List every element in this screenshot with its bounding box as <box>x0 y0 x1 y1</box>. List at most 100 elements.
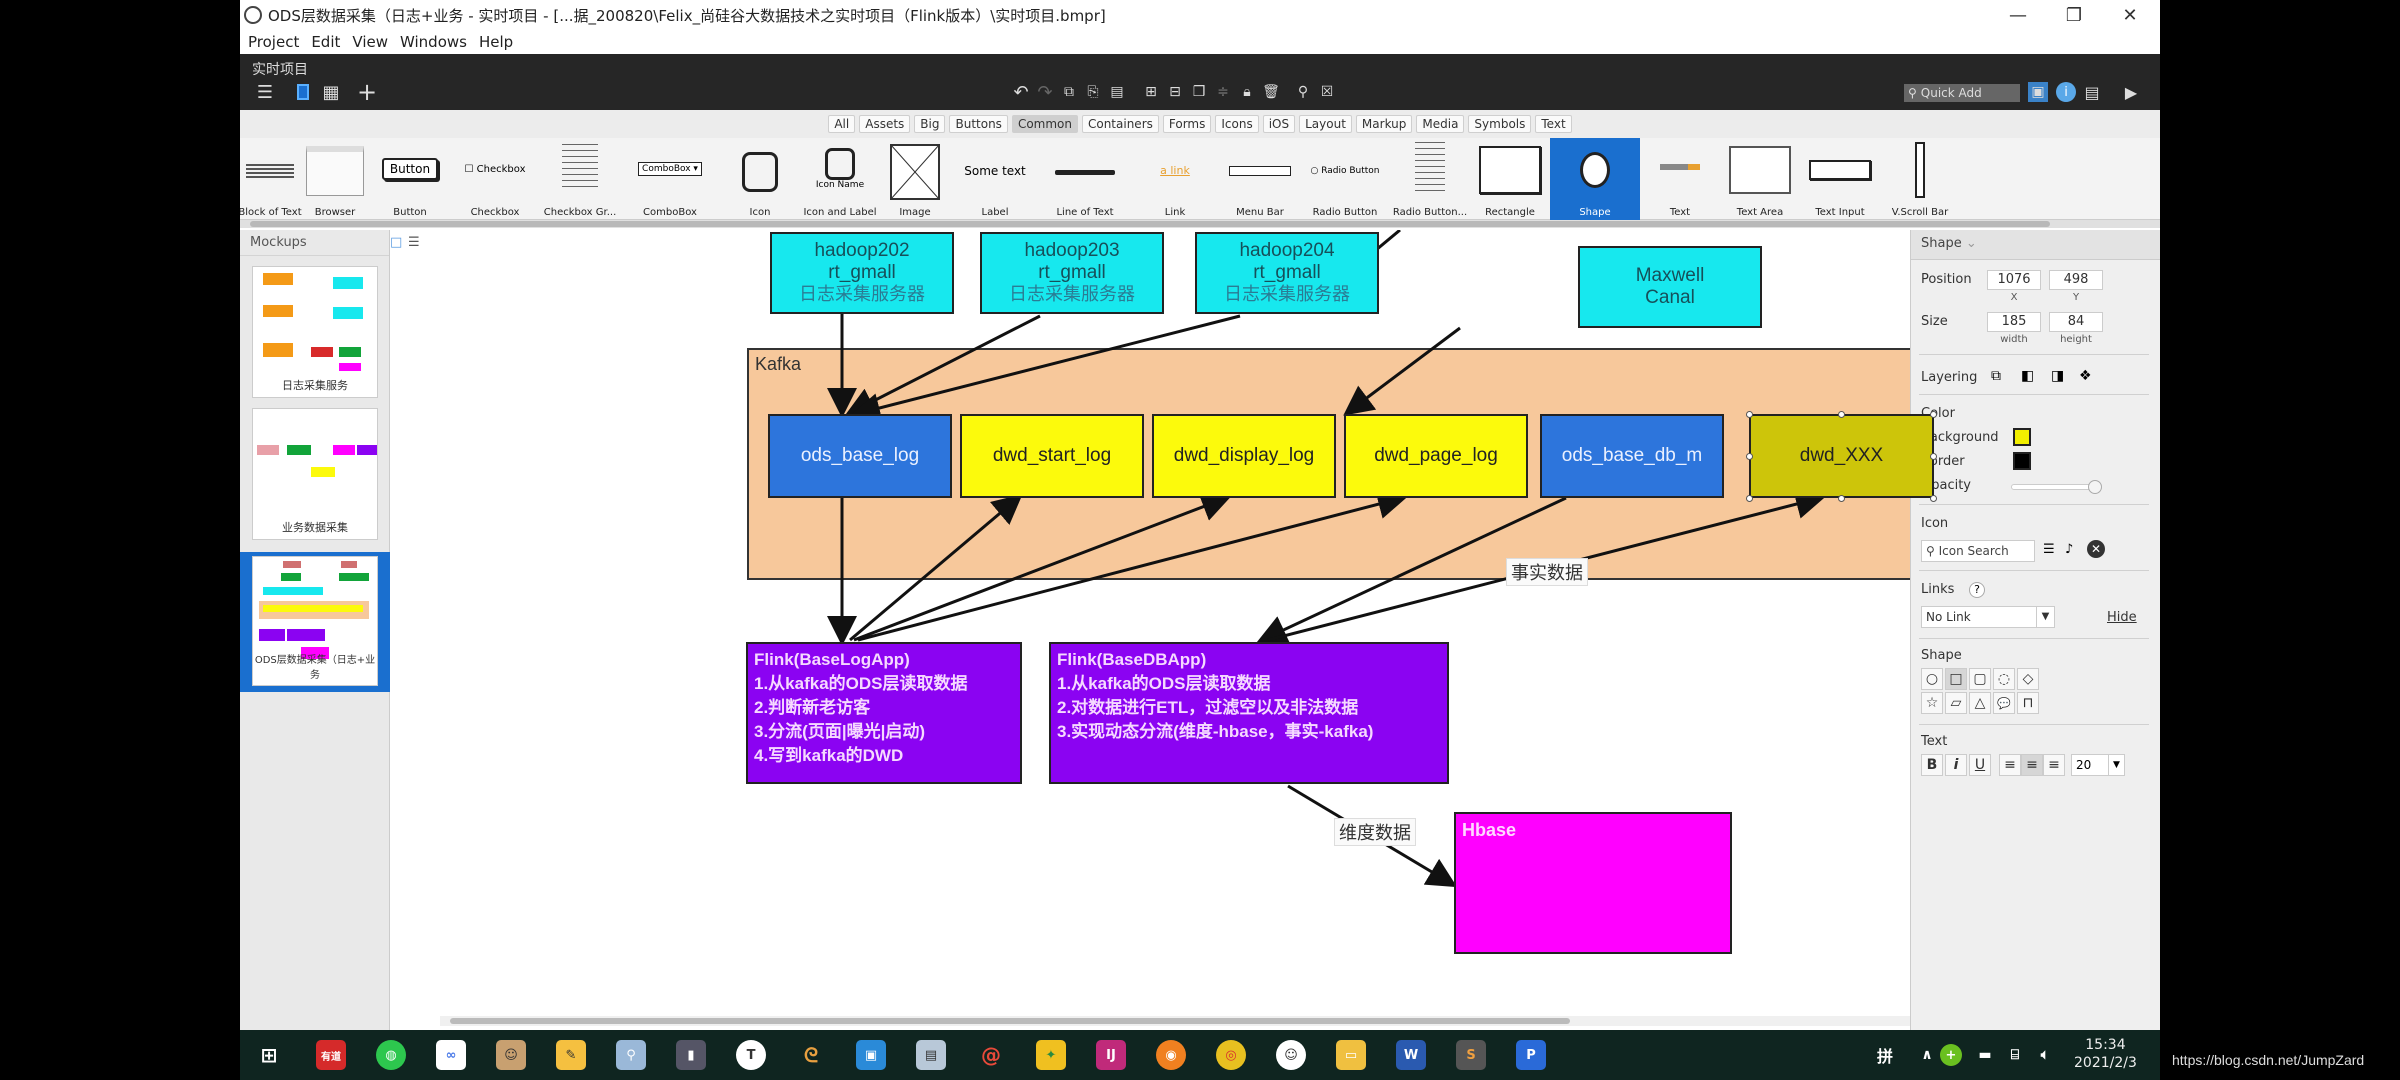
lib-link[interactable]: a link Link <box>1130 138 1220 220</box>
lib-line-of-text[interactable]: Line of Text <box>1040 138 1130 220</box>
input-method-icon[interactable]: 拼 <box>1870 1040 1900 1070</box>
balsamiq-app-icon[interactable]: ☺ <box>1276 1040 1306 1070</box>
lib-combobox[interactable]: ComboBox ▾ ComboBox <box>620 138 720 220</box>
vmware-app-icon[interactable]: ▣ <box>856 1040 886 1070</box>
lib-label[interactable]: Some text Label <box>950 138 1040 220</box>
typora-app-icon[interactable]: T <box>736 1040 766 1070</box>
shape-circle-option[interactable]: ○ <box>1921 668 1943 690</box>
edge-hadoop204-to-ods[interactable] <box>850 314 1241 423</box>
filter-common[interactable]: Common <box>1011 115 1078 133</box>
tray-app-icon[interactable]: + <box>1940 1044 1962 1066</box>
shape-callout-option[interactable]: 💬 <box>1993 692 2015 714</box>
group-icon[interactable]: ⊞ <box>1140 80 1162 104</box>
clipboard-icon[interactable]: ▤ <box>1106 80 1128 104</box>
bold-button[interactable]: B <box>1921 754 1943 776</box>
resize-handle[interactable] <box>1746 453 1753 460</box>
mockup-thumb-log-collection[interactable]: 日志采集服务 <box>252 266 378 398</box>
avatar-app-icon[interactable]: ☺ <box>496 1040 526 1070</box>
filter-all[interactable]: All <box>828 115 856 133</box>
resize-handle[interactable] <box>1930 495 1937 502</box>
filter-symbols[interactable]: Symbols <box>1468 115 1532 133</box>
list-view-icon[interactable]: ☰ <box>408 235 420 250</box>
resize-handle[interactable] <box>1838 495 1845 502</box>
quick-add-input[interactable]: ⚲ Quick Add <box>1904 84 2020 102</box>
server-hadoop203[interactable]: hadoop203 rt_gmall 日志采集服务器 <box>980 232 1164 314</box>
bring-to-front-icon[interactable]: ⧉ <box>1991 368 2001 384</box>
terminal-app-icon[interactable]: ▮ <box>676 1040 706 1070</box>
filter-icons[interactable]: Icons <box>1215 115 1259 133</box>
position-y-input[interactable]: 498 <box>2049 270 2103 290</box>
close-button[interactable]: ✕ <box>2102 0 2158 30</box>
menu-project[interactable]: Project <box>248 33 299 51</box>
lib-text[interactable]: Text <box>1640 138 1720 220</box>
word-app-icon[interactable]: W <box>1396 1040 1426 1070</box>
shape-rounded-option[interactable]: ▢ <box>1969 668 1991 690</box>
topic-dwd-page-log[interactable]: dwd_page_log <box>1344 414 1528 498</box>
icon-browse-icon[interactable]: ☰ <box>2043 542 2055 557</box>
single-view-icon[interactable] <box>292 80 314 104</box>
flink-basedbapp-box[interactable]: Flink(BaseDBApp) 1.从kafka的ODS层读取数据 2.对数据… <box>1049 642 1449 784</box>
resize-handle[interactable] <box>1930 453 1937 460</box>
paste-icon[interactable]: ⎘ <box>1082 80 1104 104</box>
edge-hadoop203-to-ods[interactable] <box>844 314 1041 416</box>
ungroup-icon[interactable]: ⊟ <box>1164 80 1186 104</box>
clear-icon-button[interactable]: ✕ <box>2087 540 2105 558</box>
filter-layout[interactable]: Layout <box>1299 115 1352 133</box>
icon-search-input[interactable]: ⚲ Icon Search <box>1921 540 2035 562</box>
hide-link[interactable]: Hide <box>2107 610 2137 625</box>
lock-icon[interactable]: 🔒︎ <box>1236 80 1258 104</box>
resize-handle[interactable] <box>1746 495 1753 502</box>
notes-icon[interactable]: ▤ <box>2082 80 2102 104</box>
topic-dwd-start-log[interactable]: dwd_start_log <box>960 414 1144 498</box>
menu-help[interactable]: Help <box>479 33 513 51</box>
mockup-canvas[interactable]: Kafka hadoop202 rt_gmall 日志采集服务器 hadoop203… <box>440 230 2134 1020</box>
background-color-swatch[interactable] <box>2013 428 2031 446</box>
bring-forward-icon[interactable]: ◧ <box>2021 368 2034 384</box>
topic-dwd-display-log[interactable]: dwd_display_log <box>1152 414 1336 498</box>
edge-flink-to-display[interactable] <box>853 492 1232 642</box>
filter-big[interactable]: Big <box>914 115 946 133</box>
opacity-slider-handle[interactable] <box>2088 480 2102 494</box>
lib-button[interactable]: Button Button <box>370 138 450 220</box>
fact-data-label[interactable]: 事实数据 <box>1506 558 1588 586</box>
sublime-app-icon[interactable]: S <box>1456 1040 1486 1070</box>
intellij-app-icon[interactable]: IJ <box>1096 1040 1126 1070</box>
volume-icon[interactable]: 🔈︎ <box>2030 1040 2060 1070</box>
links-help-icon[interactable]: ? <box>1969 582 1985 598</box>
lib-image[interactable]: Image <box>880 138 950 220</box>
add-mockup-icon[interactable]: + <box>356 78 378 106</box>
filter-forms[interactable]: Forms <box>1162 115 1212 133</box>
redo-icon[interactable]: ↷ <box>1034 80 1056 104</box>
font-size-select[interactable]: 20 ▼ <box>2071 754 2125 776</box>
bookmark-app-icon[interactable]: ✦ <box>1036 1040 1066 1070</box>
lib-checkbox[interactable]: ☐ Checkbox Checkbox <box>450 138 540 220</box>
filter-assets[interactable]: Assets <box>859 115 911 133</box>
shape-dotted-circle-option[interactable]: ◌ <box>1993 668 2015 690</box>
play-icon[interactable]: ▶ <box>2120 80 2142 104</box>
notes-app-icon[interactable]: ✎ <box>556 1040 586 1070</box>
properties-header[interactable]: Shape ⌄ <box>1911 230 2160 260</box>
lib-text-area[interactable]: Text Area <box>1720 138 1800 220</box>
resize-handle[interactable] <box>1930 411 1937 418</box>
underline-button[interactable]: U <box>1969 754 1991 776</box>
filter-media[interactable]: Media <box>1416 115 1465 133</box>
resize-handle[interactable] <box>1746 411 1753 418</box>
youdao-app-icon[interactable]: 有道 <box>316 1040 346 1070</box>
shape-star-option[interactable]: ☆ <box>1921 692 1943 714</box>
lib-text-input[interactable]: Text Input <box>1800 138 1880 220</box>
lib-radio-button-group[interactable]: Radio Button... <box>1390 138 1470 220</box>
width-input[interactable]: 185 <box>1987 312 2041 332</box>
undo-icon[interactable]: ↶ <box>1010 80 1032 104</box>
powerdesigner-app-icon[interactable]: P <box>1516 1040 1546 1070</box>
mockup-thumb-business-collection[interactable]: 业务数据采集 <box>252 408 378 540</box>
delete-icon[interactable]: 🗑︎ <box>1260 80 1282 104</box>
topic-ods-base-log[interactable]: ods_base_log <box>768 414 952 498</box>
lib-menu-bar[interactable]: Menu Bar <box>1220 138 1300 220</box>
info-icon[interactable]: i <box>2056 82 2076 102</box>
hbase-box[interactable]: Hbase <box>1454 812 1732 954</box>
topic-ods-base-db-m[interactable]: ods_base_db_m <box>1540 414 1724 498</box>
shape-tab-option[interactable]: ⊓ <box>2017 692 2039 714</box>
library-scrollbar[interactable] <box>240 220 2160 228</box>
minimize-button[interactable]: — <box>1990 0 2046 30</box>
shape-parallelogram-option[interactable]: ▱ <box>1945 692 1967 714</box>
